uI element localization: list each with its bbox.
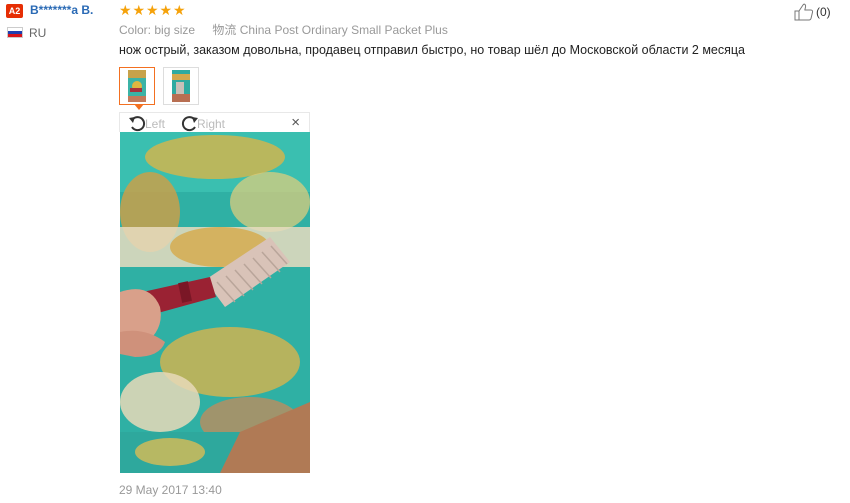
reviewer-name[interactable]: B*******a B. [30, 3, 93, 17]
rotate-left-label: Left [145, 116, 166, 131]
rotate-right-label: Right [197, 116, 226, 131]
star-icon: ★ [146, 2, 159, 18]
thumbs-up-icon[interactable] [794, 3, 814, 21]
review-date: 29 May 2017 13:40 [119, 483, 222, 497]
color-label: Color: [119, 23, 152, 37]
russia-flag-icon [7, 27, 23, 38]
star-icon: ★ [119, 2, 132, 18]
star-icon: ★ [159, 2, 173, 18]
star-icon: ★ [173, 2, 186, 18]
active-thumbnail-indicator [134, 104, 144, 110]
photo-thumbnail-image [172, 70, 190, 102]
purchase-attributes: Color: big size 物流 China Post Ordinary S… [119, 21, 458, 38]
shipping-value: China Post Ordinary Small Packet Plus [239, 23, 448, 37]
shipping-label: 物流 [212, 23, 237, 37]
review-photo-large [120, 132, 310, 473]
photo-thumbnail-2[interactable] [163, 67, 199, 105]
photo-thumbnail-image [128, 70, 146, 102]
color-value: big size [154, 23, 196, 37]
helpful-button[interactable]: (0) [794, 3, 831, 21]
review-photo-thumbnails [119, 67, 199, 110]
star-icon: ★ [132, 2, 146, 18]
reviewer-country: RU [29, 26, 47, 40]
helpful-count: (0) [816, 5, 831, 19]
star-rating: ★ ★ ★ ★ ★ [119, 3, 187, 17]
review-photo-image [120, 132, 310, 473]
close-viewer-button[interactable]: × [291, 115, 300, 131]
rotate-left-button[interactable]: Left [128, 115, 165, 132]
rotate-right-button[interactable]: Right [180, 115, 225, 132]
review-text: нож острый, заказом довольна, продавец о… [119, 43, 745, 57]
buyer-level-badge: A2 [6, 4, 23, 18]
photo-thumbnail-1[interactable] [119, 67, 155, 110]
image-viewer-toolbar: Left Right × [119, 112, 310, 132]
